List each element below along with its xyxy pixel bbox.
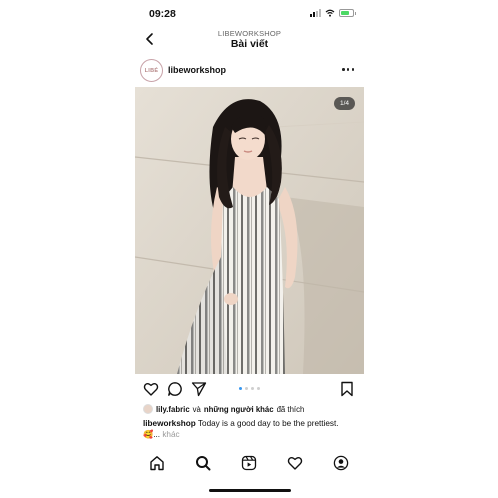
status-time: 09:28	[149, 8, 176, 20]
home-indicator	[209, 489, 291, 492]
home-icon[interactable]	[149, 455, 165, 471]
signal-icon	[310, 9, 321, 17]
caption-username[interactable]: libeworkshop	[143, 419, 196, 428]
more-dots-icon[interactable]	[342, 68, 354, 72]
activity-heart-icon[interactable]	[287, 455, 303, 471]
tab-bar	[135, 447, 364, 477]
comment-icon[interactable]	[167, 381, 183, 397]
post-actions	[135, 380, 364, 398]
carousel-dot	[239, 387, 242, 390]
heart-icon[interactable]	[143, 381, 159, 397]
search-icon[interactable]	[195, 455, 211, 471]
phone-screen: 09:28 LIBEWORKSHOP Bài viết LIBÉ libewor…	[135, 0, 364, 498]
likes-line: lily.fabric và những người khác đã thích	[143, 404, 358, 414]
avatar[interactable]: LIBÉ	[140, 59, 163, 82]
status-bar: 09:28	[135, 6, 364, 22]
post-caption: libeworkshop Today is a good day to be t…	[143, 419, 357, 440]
send-icon[interactable]	[191, 381, 207, 397]
nav-header: LIBEWORKSHOP Bài viết	[135, 26, 364, 52]
carousel-dots	[239, 387, 260, 390]
avatar-logo-text: LIBÉ	[144, 67, 159, 74]
profile-icon[interactable]	[333, 455, 349, 471]
photo-image	[135, 87, 364, 374]
carousel-dot	[245, 387, 248, 390]
battery-icon	[339, 9, 356, 17]
status-icons	[310, 9, 356, 17]
reels-icon[interactable]	[241, 455, 257, 471]
page-indicator-badge: 1/4	[334, 97, 355, 110]
carousel-dot	[257, 387, 260, 390]
post-username[interactable]: libeworkshop	[168, 65, 226, 75]
carousel-dot	[251, 387, 254, 390]
likes-others-link[interactable]: những người khác	[204, 405, 274, 414]
header-account: LIBEWORKSHOP	[217, 29, 282, 38]
wifi-icon	[325, 9, 335, 17]
liker-avatar[interactable]	[143, 404, 153, 414]
post-photo[interactable]: 1/4	[135, 87, 364, 374]
bookmark-icon[interactable]	[339, 381, 355, 397]
likes-suffix: đã thích	[276, 404, 305, 414]
caption-more-link[interactable]: khác	[162, 430, 179, 439]
page-title: Bài viết	[230, 38, 269, 50]
post-header: LIBÉ libeworkshop	[135, 57, 364, 85]
liker-username[interactable]: lily.fabric	[156, 405, 190, 414]
likes-connector: và	[192, 404, 201, 414]
